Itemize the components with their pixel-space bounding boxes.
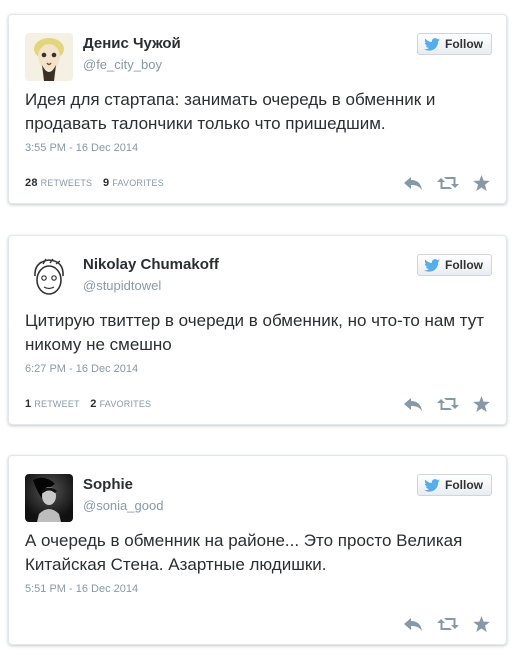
tweet-card: Nikolay Chumakoff @stupidtowel Follow Ци… — [8, 235, 507, 425]
tweet-text: Идея для стартапа: занимать очередь в об… — [25, 90, 436, 133]
tweet-text: Цитирую твиттер в очереди в обменник, но… — [25, 311, 485, 354]
favorite-label[interactable]: FAVORITES — [112, 178, 164, 188]
tweet-stats: 28 RETWEETS 9 FAVORITES — [25, 177, 164, 189]
retweet-icon[interactable] — [437, 616, 459, 632]
user-avatar[interactable] — [25, 474, 73, 522]
retweet-icon[interactable] — [437, 396, 459, 412]
retweet-icon[interactable] — [437, 175, 459, 191]
tweet-timestamp[interactable]: 6:27 PM - 16 Dec 2014 — [25, 363, 138, 375]
tweet-actions — [403, 175, 490, 191]
tweet-card: Денис Чужой @fe_city_boy Follow Идея для… — [8, 14, 507, 204]
tweet-stats: 1 RETWEET 2 FAVORITES — [25, 398, 151, 410]
favorite-count[interactable]: 2 — [90, 398, 96, 410]
tweet-card: Sophie @sonia_good Follow А очередь в об… — [8, 455, 507, 645]
retweet-count[interactable]: 28 — [25, 177, 38, 189]
user-name[interactable]: Sophie — [83, 476, 133, 493]
retweet-label[interactable]: RETWEETS — [41, 178, 93, 188]
follow-label: Follow — [445, 37, 483, 51]
user-avatar[interactable] — [25, 254, 73, 302]
reply-icon[interactable] — [403, 616, 423, 632]
favorite-star-icon[interactable] — [473, 175, 490, 191]
user-name[interactable]: Денис Чужой — [83, 35, 181, 52]
tweet-actions — [403, 396, 490, 412]
user-handle[interactable]: @stupidtowel — [83, 278, 161, 293]
user-handle[interactable]: @sonia_good — [83, 498, 163, 513]
favorite-star-icon[interactable] — [473, 616, 490, 632]
user-name[interactable]: Nikolay Chumakoff — [83, 256, 219, 273]
follow-label: Follow — [445, 478, 483, 492]
retweet-label[interactable]: RETWEET — [34, 399, 79, 409]
follow-button[interactable]: Follow — [417, 33, 492, 55]
tweet-actions — [403, 616, 490, 632]
reply-icon[interactable] — [403, 396, 423, 412]
favorite-label[interactable]: FAVORITES — [100, 399, 152, 409]
reply-icon[interactable] — [403, 175, 423, 191]
user-handle[interactable]: @fe_city_boy — [83, 57, 162, 72]
follow-button[interactable]: Follow — [417, 254, 492, 276]
follow-label: Follow — [445, 258, 483, 272]
twitter-bird-icon — [424, 478, 440, 492]
user-avatar[interactable] — [25, 33, 73, 81]
favorite-star-icon[interactable] — [473, 396, 490, 412]
follow-button[interactable]: Follow — [417, 474, 492, 496]
tweet-timestamp[interactable]: 5:51 PM - 16 Dec 2014 — [25, 583, 138, 595]
retweet-count[interactable]: 1 — [25, 398, 31, 410]
favorite-count[interactable]: 9 — [103, 177, 109, 189]
twitter-bird-icon — [424, 258, 440, 272]
tweet-timestamp[interactable]: 3:55 PM - 16 Dec 2014 — [25, 142, 138, 154]
twitter-bird-icon — [424, 37, 440, 51]
tweet-text: А очередь в обменник на районе... Это пр… — [25, 531, 463, 574]
